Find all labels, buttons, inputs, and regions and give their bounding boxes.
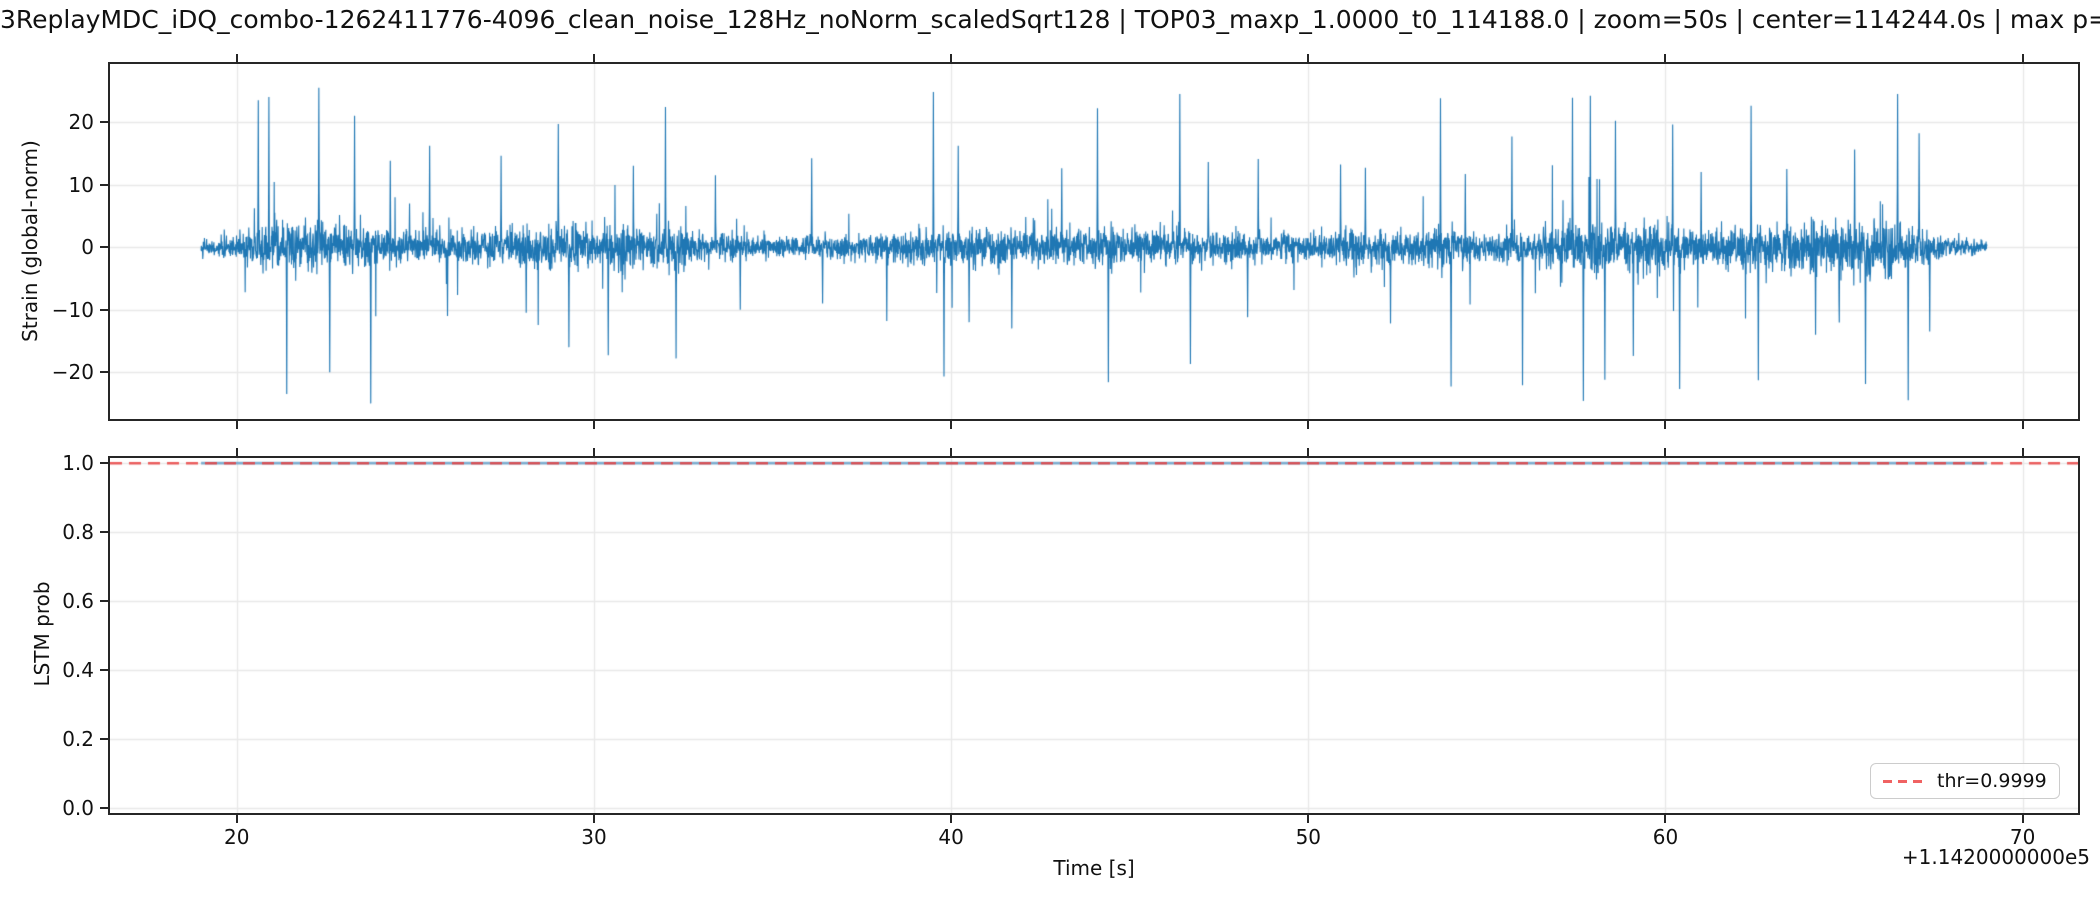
axis-tick-mark xyxy=(1664,448,1667,456)
axis-tick-mark xyxy=(100,371,108,374)
x-tick-label: 30 xyxy=(581,825,607,849)
strain-waveform-canvas xyxy=(110,64,2078,419)
axis-tick-mark xyxy=(100,531,108,534)
axis-tick-mark xyxy=(235,54,238,62)
x-tick-label: 20 xyxy=(224,825,250,849)
axis-tick-mark xyxy=(1664,421,1667,429)
axis-tick-mark xyxy=(950,421,953,429)
axis-tick-mark xyxy=(1307,421,1310,429)
prob-y-tick-label: 0.8 xyxy=(62,520,94,545)
axis-tick-mark xyxy=(100,246,108,249)
figure-title: 3ReplayMDC_iDQ_combo-1262411776-4096_cle… xyxy=(0,5,2100,34)
probability-plot-area xyxy=(108,456,2080,815)
axis-tick-mark xyxy=(100,737,108,740)
axis-tick-mark xyxy=(1307,54,1310,62)
axis-tick-mark xyxy=(2021,54,2024,62)
strain-y-tick-label: 0 xyxy=(81,235,94,260)
x-tick-label: 60 xyxy=(1652,825,1679,849)
strain-y-tick-label: 10 xyxy=(68,172,94,197)
strain-y-tick-label: −10 xyxy=(51,297,94,322)
legend-threshold-label: thr=0.9999 xyxy=(1937,770,2047,792)
strain-y-tick-label: 20 xyxy=(68,110,94,135)
axis-tick-mark xyxy=(2021,421,2024,429)
axis-tick-mark xyxy=(235,421,238,429)
x-tick-label: 70 xyxy=(2009,825,2036,849)
strain-plot-area xyxy=(108,62,2080,421)
prob-y-tick-label: 0.6 xyxy=(62,589,94,614)
axis-tick-mark xyxy=(100,308,108,311)
axis-tick-mark xyxy=(235,815,238,823)
axis-tick-mark xyxy=(592,448,595,456)
probability-curve-canvas xyxy=(110,458,2078,813)
axis-tick-mark xyxy=(950,448,953,456)
axis-tick-mark xyxy=(100,121,108,124)
x-tick-label: 50 xyxy=(1295,825,1322,849)
axis-tick-mark xyxy=(100,600,108,603)
axis-tick-mark xyxy=(1307,815,1310,823)
prob-y-tick-label: 0.4 xyxy=(62,657,94,682)
x-tick-label: 40 xyxy=(938,825,964,849)
prob-y-tick-label: 0.2 xyxy=(62,726,94,751)
axis-tick-mark xyxy=(1664,54,1667,62)
axis-tick-mark xyxy=(235,448,238,456)
axis-tick-mark xyxy=(1664,815,1667,823)
axis-tick-mark xyxy=(1307,448,1310,456)
x-axis-label: Time [s] xyxy=(1053,856,1135,880)
axis-tick-mark xyxy=(592,54,595,62)
prob-y-tick-label: 0.0 xyxy=(62,795,94,820)
strain-y-tick-label: −20 xyxy=(51,360,94,385)
legend-box: thr=0.9999 xyxy=(1870,763,2060,799)
axis-tick-mark xyxy=(2021,815,2024,823)
axis-tick-mark xyxy=(592,815,595,823)
axis-tick-mark xyxy=(2021,448,2024,456)
prob-y-tick-label: 1.0 xyxy=(62,451,94,476)
threshold-dash-icon xyxy=(1883,779,1925,783)
figure-canvas: { "title": "3ReplayMDC_iDQ_combo-1262411… xyxy=(0,0,2100,900)
axis-tick-mark xyxy=(100,462,108,465)
x-axis-offset-text: +1.1420000000e5 xyxy=(1901,845,2090,869)
axis-tick-mark xyxy=(100,806,108,809)
axis-tick-mark xyxy=(100,668,108,671)
axis-tick-mark xyxy=(592,421,595,429)
axis-tick-mark xyxy=(100,183,108,186)
axis-tick-mark xyxy=(950,815,953,823)
axis-tick-mark xyxy=(950,54,953,62)
